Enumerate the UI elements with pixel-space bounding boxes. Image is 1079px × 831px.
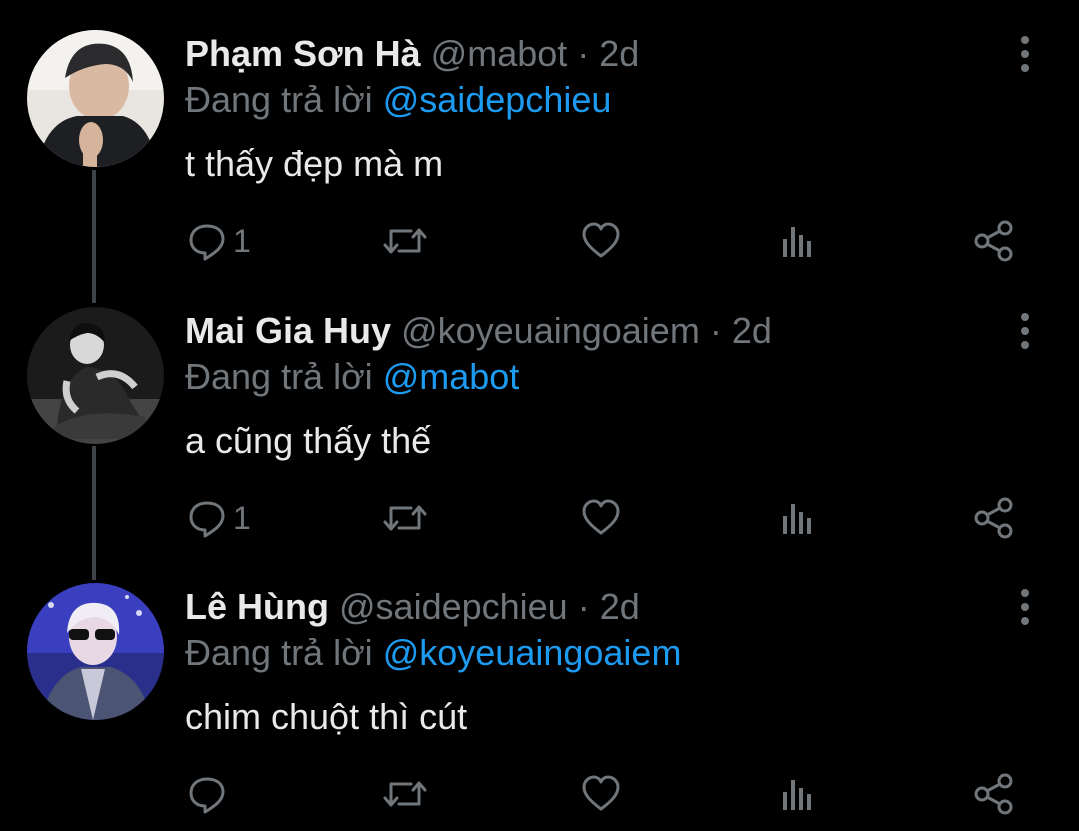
reply-icon [189, 777, 225, 814]
reply-button[interactable]: 1 [187, 214, 251, 268]
like-icon [582, 222, 620, 258]
reply-mention[interactable]: @koyeuaingoaiem [383, 632, 682, 673]
reply-button[interactable] [187, 767, 233, 821]
replying-to: Đang trả lời @saidepchieu [185, 78, 611, 122]
reply-button[interactable]: 1 [187, 491, 251, 545]
more-options-icon[interactable] [1008, 587, 1042, 627]
display-name[interactable]: Lê Hùng [185, 586, 329, 627]
timestamp[interactable]: · 2d [710, 310, 772, 351]
timestamp[interactable]: · 2d [577, 33, 639, 74]
retweet-button[interactable] [383, 767, 427, 821]
tweet-text: chim chuột thì cút [185, 696, 468, 737]
reply-prefix: Đang trả lời [185, 632, 373, 673]
avatar[interactable] [27, 307, 164, 444]
avatar[interactable] [27, 30, 164, 167]
reply-mention[interactable]: @saidepchieu [383, 79, 612, 120]
retweet-icon [383, 228, 427, 254]
reply-count: 1 [233, 223, 251, 259]
tweet-header: Phạm Sơn Hà @mabot · 2d [185, 32, 639, 76]
action-bar [185, 767, 1035, 821]
replying-to: Đang trả lời @koyeuaingoaiem [185, 631, 681, 675]
retweet-icon [383, 781, 427, 807]
tweet[interactable]: Phạm Sơn Hà @mabot · 2d Đang trả lời @sa… [0, 0, 1079, 277]
views-button[interactable] [779, 767, 815, 821]
share-icon [974, 220, 1013, 262]
tweet-text: a cũng thấy thế [185, 420, 432, 461]
replying-to: Đang trả lời @mabot [185, 355, 519, 399]
timestamp[interactable]: · 2d [578, 586, 640, 627]
reply-prefix: Đang trả lời [185, 79, 373, 120]
reply-mention[interactable]: @mabot [383, 356, 520, 397]
tweet[interactable]: Mai Gia Huy @koyeuaingoaiem · 2d Đang tr… [0, 277, 1079, 554]
like-button[interactable] [581, 491, 621, 545]
views-button[interactable] [779, 214, 815, 268]
views-icon [783, 504, 811, 534]
action-bar: 1 [185, 491, 1035, 545]
user-handle[interactable]: @mabot [431, 33, 568, 74]
views-button[interactable] [779, 491, 815, 545]
action-bar: 1 [185, 214, 1035, 268]
share-icon [974, 497, 1013, 539]
share-button[interactable] [973, 491, 1015, 545]
tweet[interactable]: Lê Hùng @saidepchieu · 2d Đang trả lời @… [0, 553, 1079, 830]
reply-prefix: Đang trả lời [185, 356, 373, 397]
reply-icon [189, 501, 225, 538]
reply-count: 1 [233, 500, 251, 536]
retweet-button[interactable] [383, 491, 427, 545]
tweet-header: Mai Gia Huy @koyeuaingoaiem · 2d [185, 309, 772, 353]
tweet-header: Lê Hùng @saidepchieu · 2d [185, 585, 640, 629]
views-icon [783, 227, 811, 257]
tweet-text: t thấy đẹp mà m [185, 143, 444, 184]
like-button[interactable] [581, 214, 621, 268]
display-name[interactable]: Phạm Sơn Hà [185, 33, 421, 74]
reply-icon [189, 224, 225, 261]
like-icon [582, 499, 620, 535]
user-handle[interactable]: @saidepchieu [339, 586, 568, 627]
share-button[interactable] [973, 214, 1015, 268]
retweet-button[interactable] [383, 214, 427, 268]
share-button[interactable] [973, 767, 1015, 821]
retweet-icon [383, 505, 427, 531]
share-icon [974, 773, 1013, 815]
more-options-icon[interactable] [1008, 34, 1042, 74]
like-icon [582, 775, 620, 811]
views-icon [783, 780, 811, 810]
more-options-icon[interactable] [1008, 311, 1042, 351]
display-name[interactable]: Mai Gia Huy [185, 310, 391, 351]
like-button[interactable] [581, 767, 621, 821]
user-handle[interactable]: @koyeuaingoaiem [401, 310, 700, 351]
avatar[interactable] [27, 583, 164, 720]
